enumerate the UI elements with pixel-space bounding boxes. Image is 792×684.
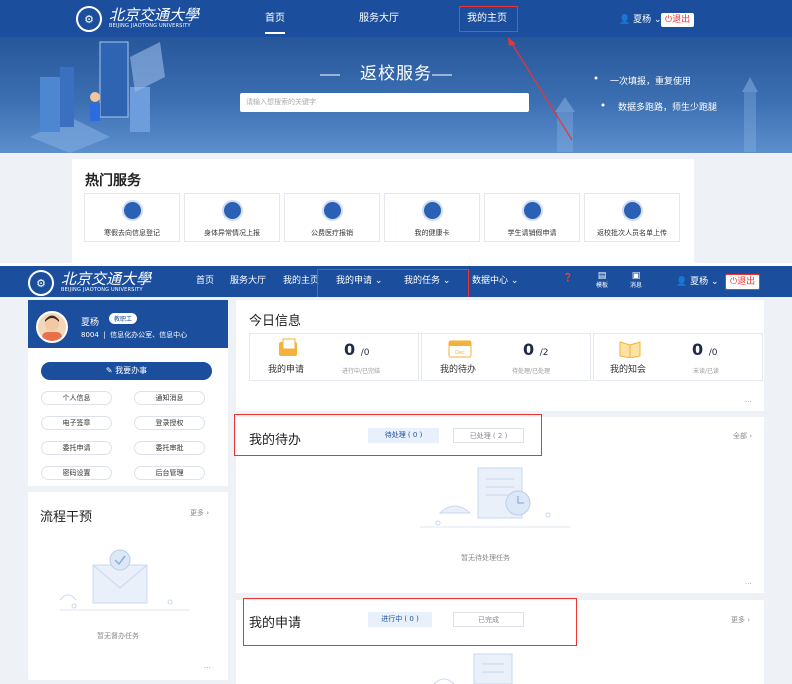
nav2-data-center[interactable]: 数据中心 ⌄ [472,276,518,287]
flow-more-link[interactable]: 更多 › [190,508,209,518]
service-icon [622,200,643,221]
stat-my-notices[interactable]: 0 /0 我的知会 未读/已读 [593,333,763,381]
university-seal-icon: ⚙ [28,270,54,296]
highlight-box-todo [234,414,542,456]
service-icon [422,200,443,221]
service-card[interactable]: 学生请销假申请 [484,193,580,242]
highlight-box-applications [243,598,577,646]
profile-tag: 教职工 [109,313,138,324]
user-menu[interactable]: 👤 夏杨 ⌄ [676,276,719,288]
password-settings-button[interactable]: 密码设置 [41,466,112,480]
service-card[interactable]: 我的健康卡 [384,193,480,242]
personal-info-button[interactable]: 个人信息 [41,391,112,405]
message-button[interactable]: ▣ 消息 [628,271,644,289]
edit-icon: ✎ [105,366,113,375]
service-card[interactable]: 身体异常情况上报 [184,193,280,242]
notifications-button[interactable]: 通知消息 [134,391,205,405]
chevron-down-icon: ⌄ [510,276,519,286]
login-auth-button[interactable]: 登录授权 [134,416,205,430]
flow-empty-text: 暂无督办任务 [97,632,139,640]
avatar[interactable] [36,311,68,343]
service-icon [222,200,243,221]
service-card[interactable]: 寒假去向信息登记 [84,193,180,242]
hot-services-title: 热门服务 [85,173,141,189]
template-icon: ▤ [597,271,607,281]
empty-envelope-illustration [60,549,190,611]
user-icon: 👤 [676,277,688,287]
delegate-apply-button[interactable]: 委托申请 [41,441,112,455]
chevron-right-icon: › [747,616,751,624]
calendar-icon: Dec [448,340,472,358]
chevron-right-icon: › [206,509,210,517]
service-card[interactable]: 返校批次人员名单上传 [584,193,680,242]
folder-icon [279,338,297,356]
chevron-down-icon: ⌄ [710,277,719,287]
svg-text:Dec: Dec [455,350,465,356]
admin-button[interactable]: 后台管理 [134,466,205,480]
more-dots-icon[interactable]: ··· [745,398,752,406]
message-icon: ▣ [631,271,641,281]
applications-more-link[interactable]: 更多 › [731,615,750,625]
profile-dept: 8004 | 信息化办公室、信息中心 [81,331,188,339]
todo-all-link[interactable]: 全部 › [733,431,752,441]
empty-document-illustration [433,653,513,684]
book-icon [619,341,641,358]
todo-empty-text: 暂无待处理任务 [461,554,510,562]
logout-button[interactable]: ⏻退出 [725,274,761,290]
annotation-arrow [508,37,573,141]
highlight-box-nav-menus [317,269,469,298]
do-business-button[interactable]: ✎ 我要办事 [41,362,212,380]
stat-my-todo[interactable]: Dec 0 /2 我的待办 待处理/已处理 [421,333,591,381]
empty-document-illustration [420,467,570,528]
profile-name: 夏杨 [81,318,100,328]
more-dots-icon[interactable]: ··· [204,664,211,672]
more-dots-icon[interactable]: ··· [745,580,752,588]
stat-my-applications[interactable]: 0 /0 我的申请 进行中/已完结 [249,333,419,381]
e-signature-button[interactable]: 电子签章 [41,416,112,430]
template-button[interactable]: ▤ 模板 [594,271,610,289]
university-logo[interactable]: ⚙ 北京交通大學 BEIJING JIAOTONG UNIVERSITY [28,268,151,298]
service-card[interactable]: 公费医疗报销 [284,193,380,242]
nav2-my-home[interactable]: 我的主页 [283,276,319,287]
nav2-service-hall[interactable]: 服务大厅 [230,276,266,287]
chevron-right-icon: › [749,432,753,440]
delegate-approve-button[interactable]: 委托审批 [134,441,205,455]
nav2-home[interactable]: 首页 [196,276,214,287]
qa-icon[interactable]: ❓ [560,273,576,283]
service-icon [122,200,143,221]
today-title: 今日信息 [249,314,302,329]
service-icon [322,200,343,221]
service-icon [522,200,543,221]
flow-title: 流程干预 [40,510,93,525]
